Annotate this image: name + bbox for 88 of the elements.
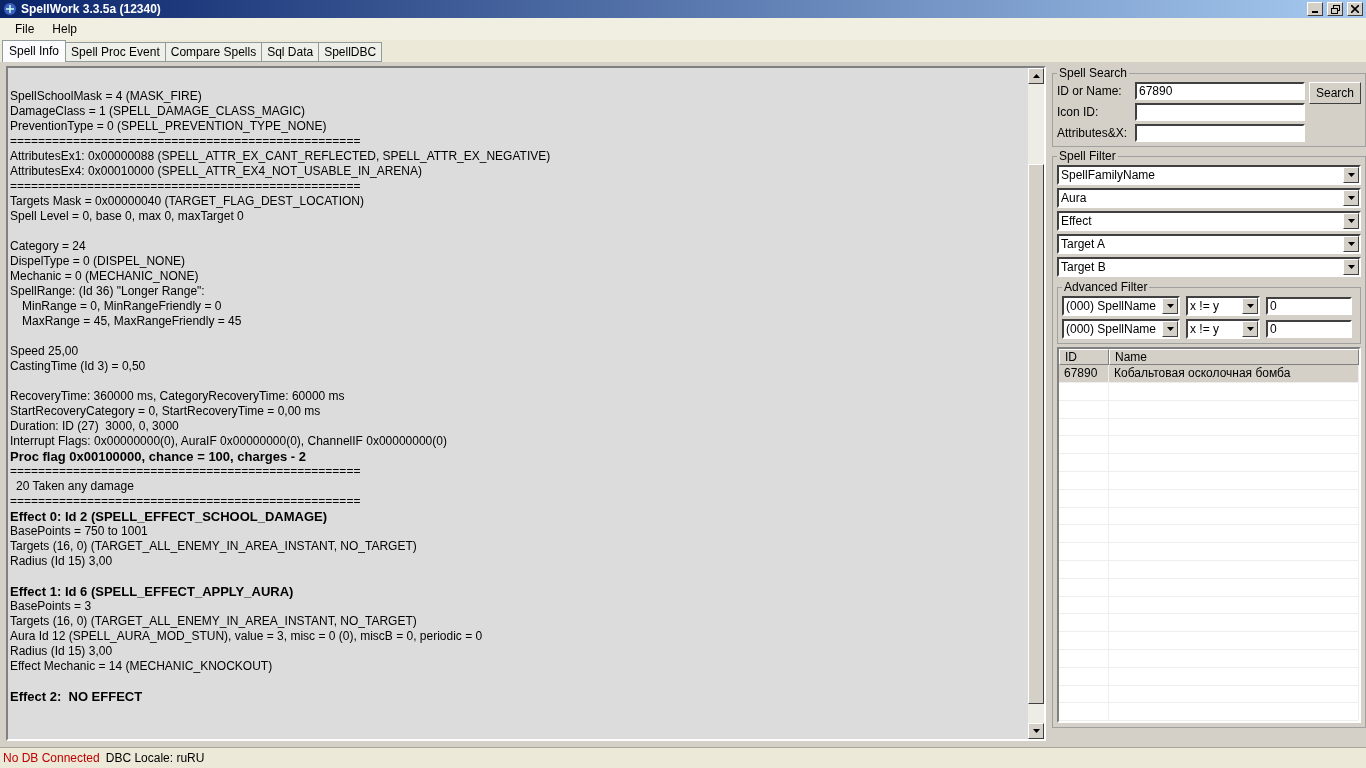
tab[interactable]: Sql Data [261,42,320,62]
group-title: Spell Search [1058,66,1129,80]
field-label: Icon ID: [1057,105,1100,119]
separator-line: ================================================== [10,494,361,508]
info-line: SpellSchoolMask = 4 (MASK_FIRE) [10,89,202,103]
caret-icon [1347,219,1355,223]
status-text: DBC Locale: ruRU [105,751,205,765]
caret-icon [1166,327,1174,331]
info-line: CastingTime (Id 3) = 0,50 [10,359,146,373]
minimize-button[interactable] [1307,2,1323,16]
field-dropdown[interactable]: (000) SpellName [1062,296,1180,316]
input-field[interactable]: 67890 [1135,82,1305,100]
filter-dropdown[interactable]: Target B [1057,257,1361,277]
filter-dropdown[interactable]: Aura [1057,188,1361,208]
info-line: DispelType = 0 (DISPEL_NONE) [10,254,186,268]
info-heading: Effect 1: Id 6 (SPELL_EFFECT_APPLY_AURA) [10,584,295,599]
info-line: AttributesEx4: 0x00010000 (SPELL_ATTR_EX4_NOT_USABLE_IN_ARENA) [10,164,422,178]
info-line: Targets (16, 0) (TARGET_ALL_ENEMY_IN_AREA_INSTANT, NO_TARGET) [10,614,417,628]
column-header[interactable]: Name [1109,349,1359,365]
info-line: BasePoints = 750 to 1001 [10,524,148,538]
caret-icon [1347,196,1355,200]
close-icon [1351,5,1359,13]
menu-item[interactable]: Help [43,20,87,38]
info-line: Radius (Id 15) 3,00 [10,554,113,568]
info-line: Duration: ID (27) 3000, 0, 3000 [10,419,179,433]
separator-line: ================================================== [10,179,361,193]
separator-line: ================================================== [10,134,361,148]
tab[interactable]: SpellDBC [318,42,383,62]
filter-dropdown[interactable]: Effect [1057,211,1361,231]
info-line: BasePoints = 3 [10,599,92,613]
separator-line: ================================================== [10,464,361,478]
filter-dropdown[interactable]: SpellFamilyName [1057,165,1361,185]
info-line: AttributesEx1: 0x00000088 (SPELL_ATTR_EX_CANT_REFLECTED, SPELL_ATTR_EX_NEGATIVE) [10,149,551,163]
info-line: 20 Taken any damage [16,479,134,493]
field-label: ID or Name: [1057,84,1123,98]
column-header[interactable]: ID [1059,349,1109,365]
close-button[interactable] [1347,2,1363,16]
group-title: Advanced Filter [1063,280,1149,294]
info-line: MaxRange = 45, MaxRangeFriendly = 45 [22,314,242,328]
input-field[interactable] [1135,103,1305,121]
info-line: Radius (Id 15) 3,00 [10,644,113,658]
field-dropdown[interactable]: (000) SpellName [1062,319,1180,339]
info-line: Mechanic = 0 (MECHANIC_NONE) [10,269,199,283]
operator-dropdown[interactable]: x != y [1186,319,1260,339]
field-label: Attributes&X: [1057,126,1129,140]
info-heading: Effect 2: NO EFFECT [10,689,144,704]
caret-icon [1347,265,1355,269]
menu-item[interactable]: File [6,20,44,38]
status-text: No DB Connected [3,751,100,765]
info-line: SpellRange: (Id 36) "Longer Range": [10,284,205,298]
info-line: Targets (16, 0) (TARGET_ALL_ENEMY_IN_AREA_INSTANT, NO_TARGET) [10,539,417,553]
caret-icon [1246,327,1254,331]
scrollbar[interactable] [1028,68,1044,739]
info-line: DamageClass = 1 (SPELL_DAMAGE_CLASS_MAGIC) [10,104,306,118]
info-heading: Proc flag 0x00100000, chance = 100, charges - 2 [10,449,307,464]
info-line: Spell Level = 0, base 0, max 0, maxTarget 0 [10,209,244,223]
info-line: Targets Mask = 0x00000040 (TARGET_FLAG_DEST_LOCATION) [10,194,365,208]
scroll-down-icon [1032,729,1040,733]
value-field[interactable]: 0 [1266,320,1352,338]
filter-dropdown[interactable]: Target A [1057,234,1361,254]
info-line: StartRecoveryCategory = 0, StartRecoveryTime = 0,00 ms [10,404,321,418]
info-line: Interrupt Flags: 0x00000000(0), AuraIF 0x00000000(0), ChannelIF 0x00000000(0) [10,434,447,448]
info-heading: Effect 0: Id 2 (SPELL_EFFECT_SCHOOL_DAMAGE) [10,509,329,524]
input-field[interactable] [1135,124,1305,142]
info-line: Effect Mechanic = 14 (MECHANIC_KNOCKOUT) [10,659,273,673]
value-field[interactable]: 0 [1266,297,1352,315]
search-button[interactable]: Search [1309,82,1362,104]
caret-icon [1246,304,1254,308]
info-line: RecoveryTime: 360000 ms, CategoryRecoveryTime: 60000 ms [10,389,345,403]
restore-icon [1330,4,1340,14]
tab[interactable]: Spell Info [2,40,67,62]
caret-icon [1166,304,1174,308]
info-line: PreventionType = 0 (SPELL_PREVENTION_TYPE_NONE) [10,119,327,133]
tab[interactable]: Spell Proc Event [65,42,166,62]
restore-button[interactable] [1327,2,1343,16]
caret-icon [1347,173,1355,177]
tab[interactable]: Compare Spells [164,42,263,62]
info-line: MinRange = 0, MinRangeFriendly = 0 [22,299,222,313]
group-title: Spell Filter [1058,149,1117,163]
caret-icon [1347,242,1355,246]
operator-dropdown[interactable]: x != y [1186,296,1260,316]
app-icon [3,2,17,16]
info-line: Category = 24 [10,239,86,253]
info-line: Aura Id 12 (SPELL_AURA_MOD_STUN), value = 3, misc = 0 (0), miscB = 0, periodic = 0 [10,629,483,643]
result-row[interactable]: 67890 Кобальтовая осколочная бомба [1059,365,1359,383]
window-title: SpellWork 3.3.5a (12340) [21,2,162,16]
scroll-up-icon [1032,74,1040,78]
info-line: Speed 25,00 [10,344,79,358]
